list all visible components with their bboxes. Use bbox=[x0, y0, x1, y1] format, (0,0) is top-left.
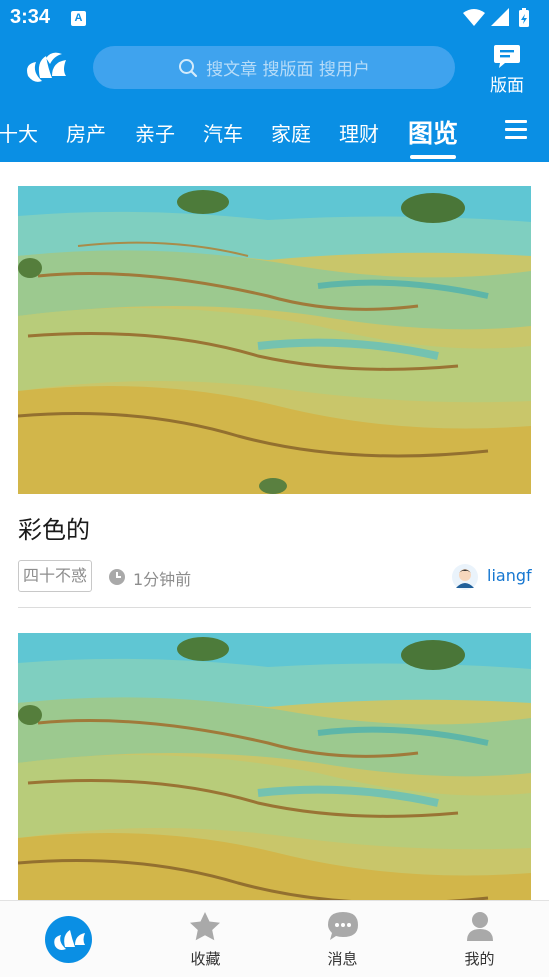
star-icon bbox=[190, 912, 220, 941]
tab-qinzi[interactable]: 亲子 bbox=[135, 118, 175, 147]
nav-profile[interactable]: 我的 bbox=[411, 901, 548, 977]
nav-messages[interactable]: 消息 bbox=[274, 901, 411, 977]
post-image[interactable] bbox=[18, 633, 531, 900]
feed-list: 彩色的 四十不惑 1分钟前 liangf bbox=[0, 162, 549, 900]
post-author[interactable]: liangf bbox=[487, 566, 532, 585]
signal-icon bbox=[491, 8, 509, 26]
search-placeholder: 搜文章 搜版面 搜用户 bbox=[206, 60, 370, 80]
tab-licai[interactable]: 理财 bbox=[339, 118, 379, 147]
tab-shida[interactable]: 十大 bbox=[0, 118, 38, 147]
user-icon bbox=[467, 912, 493, 941]
status-icons bbox=[463, 8, 529, 27]
divider bbox=[18, 607, 531, 608]
app-header: 搜文章 搜版面 搜用户 版面 bbox=[0, 36, 549, 96]
avatar[interactable] bbox=[452, 564, 478, 590]
board-label: 版面 bbox=[490, 76, 524, 96]
nav-favorites[interactable]: 收藏 bbox=[137, 901, 274, 977]
tab-fangchan[interactable]: 房产 bbox=[66, 118, 106, 147]
tab-qiche[interactable]: 汽车 bbox=[203, 118, 243, 147]
post-time: 1分钟前 bbox=[133, 570, 192, 589]
home-logo-icon bbox=[45, 916, 92, 963]
nav-home[interactable] bbox=[0, 901, 137, 977]
menu-icon[interactable] bbox=[505, 120, 527, 140]
board-icon bbox=[494, 45, 520, 68]
wifi-icon bbox=[463, 9, 485, 26]
board-button[interactable]: 版面 bbox=[484, 42, 530, 96]
search-icon bbox=[179, 58, 198, 77]
active-tab-indicator bbox=[410, 155, 456, 159]
landscape-photo bbox=[18, 633, 531, 900]
nav-messages-label: 消息 bbox=[327, 950, 358, 968]
tab-tulan[interactable]: 图览 bbox=[408, 114, 458, 150]
app-logo-icon[interactable] bbox=[22, 48, 72, 88]
nav-favorites-label: 收藏 bbox=[190, 950, 221, 968]
bottom-nav: 收藏 消息 我的 bbox=[0, 900, 549, 977]
nav-profile-label: 我的 bbox=[464, 950, 495, 968]
clock-icon bbox=[109, 569, 125, 585]
category-tabs: 十大 房产 亲子 汽车 家庭 理财 图览 bbox=[0, 96, 549, 162]
post-board-tag[interactable]: 四十不惑 bbox=[18, 560, 93, 592]
search-input[interactable]: 搜文章 搜版面 搜用户 bbox=[93, 46, 455, 89]
landscape-photo bbox=[18, 186, 531, 494]
post-title[interactable]: 彩色的 bbox=[18, 510, 90, 545]
accessibility-badge-icon: A bbox=[71, 11, 86, 26]
post-image[interactable] bbox=[18, 186, 531, 494]
status-bar: 3:34 A bbox=[0, 0, 549, 36]
tab-jiating[interactable]: 家庭 bbox=[271, 118, 311, 147]
chat-icon bbox=[328, 912, 358, 940]
status-time: 3:34 bbox=[10, 6, 51, 28]
